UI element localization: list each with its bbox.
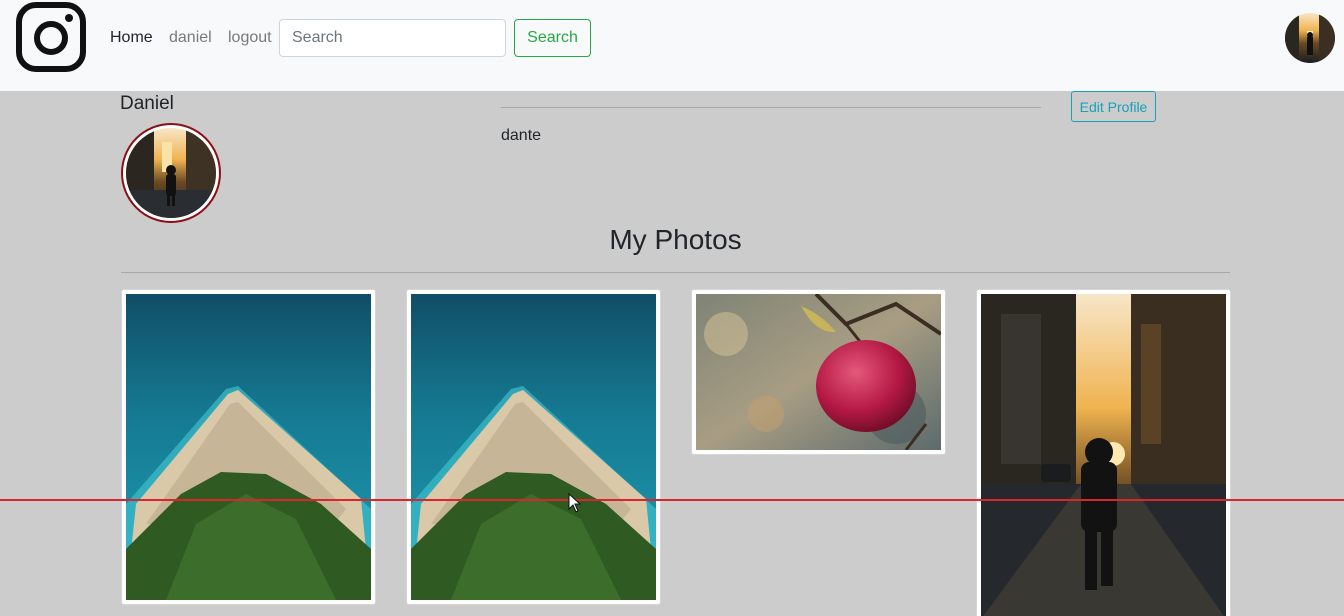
profile-name: Daniel: [120, 93, 174, 114]
section-title: My Photos: [609, 224, 742, 255]
section-divider: [121, 272, 1230, 273]
photo-card[interactable]: [406, 289, 661, 605]
profile-divider: [501, 107, 1041, 108]
photo-card[interactable]: [121, 289, 376, 605]
guide-line: [0, 499, 1344, 501]
photo-image[interactable]: [411, 294, 656, 600]
photo-image[interactable]: [981, 294, 1226, 616]
search-input[interactable]: [279, 19, 506, 57]
mouse-cursor-icon: [568, 492, 582, 518]
search-button[interactable]: Search: [514, 19, 591, 57]
navbar: Home daniel logout Search: [0, 0, 1344, 91]
edit-profile-button[interactable]: Edit Profile: [1071, 91, 1156, 122]
profile-bio: dante: [501, 127, 542, 144]
nav-link-profile[interactable]: daniel: [169, 28, 212, 48]
nav-link-logout[interactable]: logout: [228, 28, 272, 48]
photo-card[interactable]: [976, 289, 1231, 616]
photo-card[interactable]: [691, 289, 946, 455]
nav-link-home[interactable]: Home: [110, 28, 153, 48]
profile-avatar[interactable]: [121, 123, 221, 223]
photo-image[interactable]: [696, 294, 941, 450]
user-avatar[interactable]: [1285, 13, 1335, 63]
instagram-logo-icon[interactable]: [16, 2, 86, 72]
photo-image[interactable]: [126, 294, 371, 600]
